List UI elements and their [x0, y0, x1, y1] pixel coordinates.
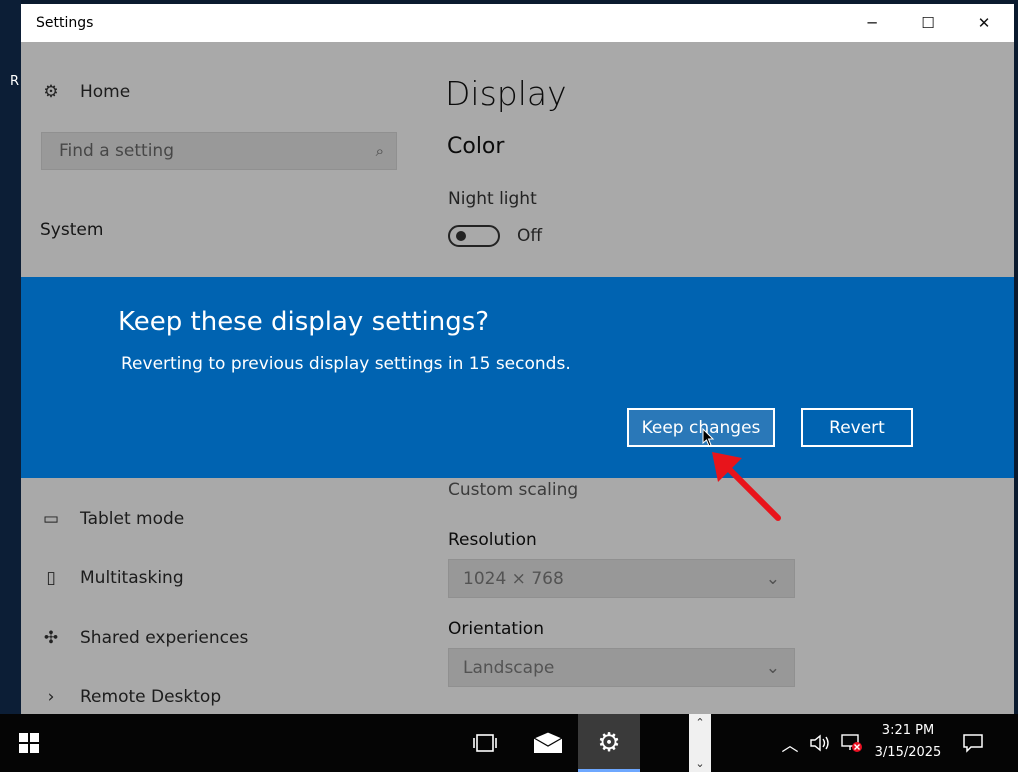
keep-settings-dialog: Keep these display settings? Reverting t…	[21, 277, 1014, 478]
clock-date: 3/15/2025	[874, 745, 942, 760]
dialog-message: Reverting to previous display settings i…	[121, 354, 571, 374]
taskbar-scroller[interactable]: ⌃ ⌄	[689, 714, 711, 772]
chevron-up-icon[interactable]: ⌃	[695, 716, 704, 729]
annotation-arrow-icon	[712, 452, 781, 521]
taskbar: ⚙ ⌃ ⌄ ︿ 3:21 PM 3/15/2025	[0, 714, 1018, 772]
network-button[interactable]	[838, 714, 866, 772]
network-disconnected-icon	[841, 734, 862, 752]
show-hidden-icons-button[interactable]: ︿	[778, 714, 802, 772]
close-button[interactable]: ✕	[956, 4, 1012, 42]
task-view-button[interactable]	[460, 714, 510, 772]
taskbar-clock[interactable]: 3:21 PM 3/15/2025	[866, 720, 950, 764]
chevron-down-icon[interactable]: ⌄	[695, 757, 704, 770]
settings-window: Settings ─ ☐ ✕ ⚙ Home ⌕ System ▭ Tablet …	[21, 4, 1014, 714]
notification-icon	[963, 734, 983, 753]
windows-logo-icon	[19, 733, 39, 753]
task-view-icon	[473, 734, 497, 752]
window-title: Settings	[36, 15, 94, 31]
minimize-button[interactable]: ─	[844, 4, 900, 42]
maximize-button[interactable]: ☐	[900, 4, 956, 42]
mail-icon	[533, 732, 563, 753]
title-bar: Settings ─ ☐ ✕	[21, 4, 1014, 42]
clock-time: 3:21 PM	[881, 723, 935, 738]
volume-button[interactable]	[806, 714, 834, 772]
revert-button[interactable]: Revert	[801, 408, 913, 447]
settings-taskbar-button[interactable]: ⚙	[578, 714, 640, 772]
mail-taskbar-button[interactable]	[522, 714, 574, 772]
dialog-title: Keep these display settings?	[118, 307, 490, 337]
volume-icon	[810, 734, 829, 752]
mouse-cursor-icon	[702, 428, 715, 447]
desktop-edge-text: R	[10, 74, 20, 89]
chevron-up-icon: ︿	[781, 735, 799, 756]
desktop-background	[0, 0, 21, 714]
start-button[interactable]	[0, 714, 58, 772]
gear-icon: ⚙	[597, 728, 621, 758]
keep-changes-button[interactable]: Keep changes	[627, 408, 775, 447]
action-center-button[interactable]	[950, 714, 996, 772]
